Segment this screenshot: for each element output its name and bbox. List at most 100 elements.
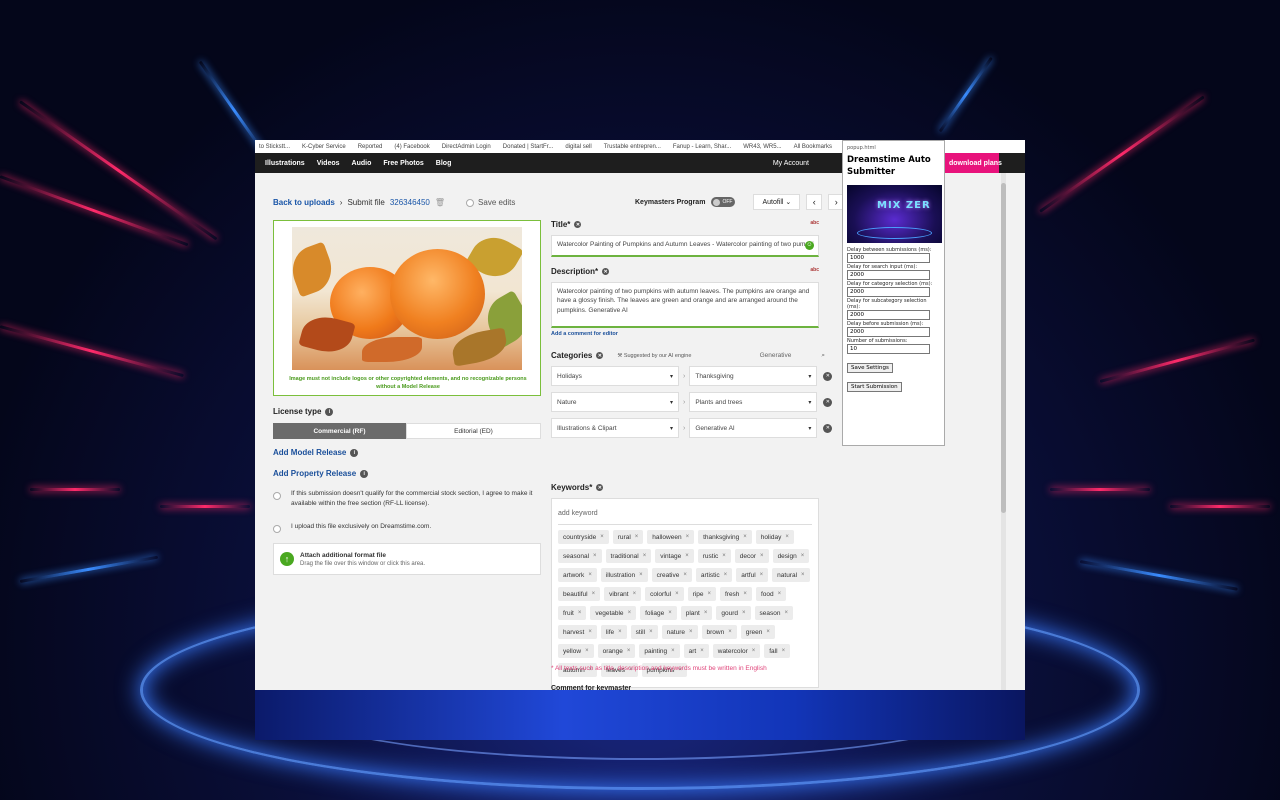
subcategory-select[interactable]: Generative AI ▾ bbox=[689, 418, 818, 438]
remove-keyword-icon[interactable]: × bbox=[639, 572, 643, 578]
prev-button[interactable]: ‹ bbox=[806, 194, 823, 210]
remove-keyword-icon[interactable]: × bbox=[593, 553, 597, 559]
bookmark-item[interactable]: Trustable entrepren... bbox=[604, 144, 661, 150]
save-settings-button[interactable]: Save Settings bbox=[847, 362, 893, 373]
remove-keyword-icon[interactable]: × bbox=[801, 572, 805, 578]
remove-keyword-icon[interactable]: × bbox=[627, 648, 631, 654]
remove-keyword-icon[interactable]: × bbox=[742, 610, 746, 616]
remove-keyword-icon[interactable]: × bbox=[752, 648, 756, 654]
remove-keyword-icon[interactable]: × bbox=[785, 534, 789, 540]
info-icon[interactable]: i bbox=[360, 469, 369, 478]
remove-keyword-icon[interactable]: × bbox=[778, 591, 782, 597]
remove-keyword-icon[interactable]: × bbox=[707, 591, 711, 597]
bookmark-item[interactable]: All Bookmarks bbox=[794, 144, 832, 150]
remove-keyword-icon[interactable]: × bbox=[683, 572, 687, 578]
bookmark-item[interactable]: to Stickstt... bbox=[259, 144, 290, 150]
keyword-input[interactable]: add keyword bbox=[558, 505, 812, 525]
remove-keyword-icon[interactable]: × bbox=[766, 629, 770, 635]
trash-icon[interactable]: 🗑 bbox=[435, 198, 445, 207]
remove-keyword-icon[interactable]: × bbox=[600, 534, 604, 540]
description-textarea[interactable]: Watercolor painting of two pumpkins with… bbox=[551, 282, 819, 328]
remove-keyword-icon[interactable]: × bbox=[643, 553, 647, 559]
remove-keyword-icon[interactable]: × bbox=[628, 610, 632, 616]
nav-blog[interactable]: Blog bbox=[436, 160, 452, 167]
info-icon[interactable]: i bbox=[350, 448, 359, 457]
remove-keyword-icon[interactable]: × bbox=[760, 572, 764, 578]
exclusive-radio[interactable] bbox=[273, 525, 281, 533]
remove-keyword-icon[interactable]: × bbox=[689, 629, 693, 635]
bookmark-item[interactable]: Reported bbox=[358, 144, 383, 150]
remove-keyword-icon[interactable]: × bbox=[668, 610, 672, 616]
save-edits-option[interactable]: Save edits bbox=[466, 198, 515, 207]
remove-keyword-icon[interactable]: × bbox=[685, 553, 689, 559]
bookmark-item[interactable]: DirectAdmin Login bbox=[442, 144, 491, 150]
clear-icon[interactable]: ✕ bbox=[596, 484, 604, 491]
nav-my-account[interactable]: My Account bbox=[773, 160, 809, 167]
remove-keyword-icon[interactable]: × bbox=[728, 629, 732, 635]
bookmark-item[interactable]: WR43, WR5... bbox=[743, 144, 781, 150]
remove-keyword-icon[interactable]: × bbox=[743, 534, 747, 540]
remove-keyword-icon[interactable]: × bbox=[743, 591, 747, 597]
bookmark-item[interactable]: (4) Facebook bbox=[394, 144, 429, 150]
remove-keyword-icon[interactable]: × bbox=[784, 610, 788, 616]
popup-field-input[interactable]: 2000 bbox=[847, 269, 930, 280]
download-plans-button[interactable]: download plans bbox=[943, 153, 1002, 173]
category-search[interactable]: Generative ⌕ bbox=[760, 352, 825, 360]
remove-keyword-icon[interactable]: × bbox=[585, 648, 589, 654]
exclusive-option[interactable]: I upload this file exclusively on Dreams… bbox=[273, 522, 541, 533]
add-model-release-link[interactable]: Add Model Release i bbox=[273, 448, 359, 457]
popup-field-input[interactable]: 2000 bbox=[847, 309, 930, 320]
remove-keyword-icon[interactable]: × bbox=[671, 648, 675, 654]
bookmark-item[interactable]: Fanup - Learn, Shar... bbox=[673, 144, 731, 150]
clear-icon[interactable]: ✕ bbox=[596, 352, 604, 359]
info-icon[interactable]: i bbox=[325, 407, 334, 416]
remove-keyword-icon[interactable]: × bbox=[588, 572, 592, 578]
remove-keyword-icon[interactable]: × bbox=[649, 629, 653, 635]
clear-icon[interactable]: ✕ bbox=[574, 221, 582, 228]
remove-keyword-icon[interactable]: × bbox=[635, 534, 639, 540]
tab-commercial[interactable]: Commercial (RF) bbox=[273, 423, 406, 439]
category-select[interactable]: Holidays ▾ bbox=[551, 366, 679, 386]
bookmark-item[interactable]: K-Cyber Service bbox=[302, 144, 346, 150]
bookmark-item[interactable]: digital sell bbox=[565, 144, 591, 150]
page-scrollbar[interactable] bbox=[1001, 173, 1006, 690]
nav-free-photos[interactable]: Free Photos bbox=[383, 160, 423, 167]
remove-keyword-icon[interactable]: × bbox=[618, 629, 622, 635]
category-select[interactable]: Illustrations & Clipart ▾ bbox=[551, 418, 679, 438]
free-section-radio[interactable] bbox=[273, 492, 281, 500]
remove-category-icon[interactable]: ✕ bbox=[823, 371, 833, 381]
tab-editorial[interactable]: Editorial (ED) bbox=[406, 423, 541, 439]
nav-illustrations[interactable]: Illustrations bbox=[265, 160, 305, 167]
remove-keyword-icon[interactable]: × bbox=[588, 629, 592, 635]
remove-keyword-icon[interactable]: × bbox=[578, 610, 582, 616]
nav-audio[interactable]: Audio bbox=[352, 160, 372, 167]
attach-format-dropzone[interactable]: ↑ Attach additional format file Drag the… bbox=[273, 543, 541, 575]
add-property-release-link[interactable]: Add Property Release i bbox=[273, 469, 369, 478]
nav-videos[interactable]: Videos bbox=[317, 160, 340, 167]
remove-category-icon[interactable]: ✕ bbox=[823, 423, 833, 433]
remove-keyword-icon[interactable]: × bbox=[686, 534, 690, 540]
popup-field-input[interactable]: 10 bbox=[847, 343, 930, 354]
free-section-option[interactable]: If this submission doesn't qualify for t… bbox=[273, 489, 541, 510]
add-comment-link[interactable]: Add a comment for editor bbox=[551, 331, 819, 337]
subcategory-select[interactable]: Plants and trees ▾ bbox=[689, 392, 818, 412]
category-select[interactable]: Nature ▾ bbox=[551, 392, 679, 412]
popup-field-input[interactable]: 1000 bbox=[847, 252, 930, 263]
clear-icon[interactable]: ✕ bbox=[602, 268, 610, 275]
remove-keyword-icon[interactable]: × bbox=[704, 610, 708, 616]
remove-keyword-icon[interactable]: × bbox=[782, 648, 786, 654]
remove-keyword-icon[interactable]: × bbox=[700, 648, 704, 654]
popup-field-input[interactable]: 2000 bbox=[847, 286, 930, 297]
keymasters-toggle[interactable]: OFF bbox=[711, 197, 736, 207]
save-edits-radio[interactable] bbox=[466, 198, 475, 207]
remove-keyword-icon[interactable]: × bbox=[592, 591, 596, 597]
remove-keyword-icon[interactable]: × bbox=[675, 591, 679, 597]
remove-keyword-icon[interactable]: × bbox=[760, 553, 764, 559]
remove-keyword-icon[interactable]: × bbox=[801, 553, 805, 559]
back-to-uploads-link[interactable]: Back to uploads bbox=[273, 198, 335, 207]
spellcheck-icon[interactable]: abc bbox=[810, 220, 819, 226]
popup-field-input[interactable]: 2000 bbox=[847, 326, 930, 337]
title-input[interactable]: Watercolor Painting of Pumpkins and Autu… bbox=[551, 235, 819, 257]
subcategory-select[interactable]: Thanksgiving ▾ bbox=[689, 366, 818, 386]
remove-keyword-icon[interactable]: × bbox=[724, 572, 728, 578]
